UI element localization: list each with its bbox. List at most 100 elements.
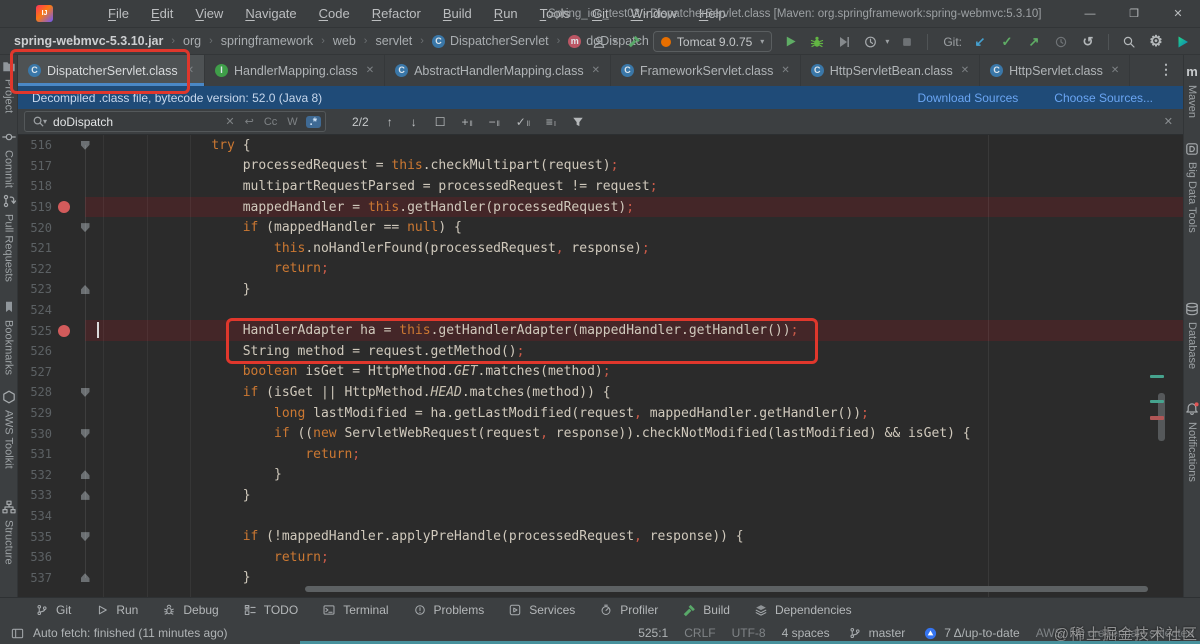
tool-stripe-big-data-tools[interactable]: Big Data Tools bbox=[1184, 140, 1200, 233]
code-line-534[interactable]: 534 bbox=[18, 506, 1183, 527]
run-button-icon[interactable] bbox=[781, 33, 799, 51]
indent-style[interactable]: 4 spaces bbox=[782, 626, 830, 640]
code-line-523[interactable]: 523} bbox=[18, 279, 1183, 300]
download-sources-link[interactable]: Download Sources bbox=[918, 91, 1019, 105]
tab-close-icon[interactable]: ✕ bbox=[186, 65, 194, 76]
settings-gear-icon[interactable]: ⚙ bbox=[1147, 33, 1165, 51]
add-selection-icon[interactable]: + ll bbox=[461, 115, 472, 129]
code-line-519[interactable]: 519 mappedHandler = this.getHandler(proce… bbox=[18, 196, 1183, 218]
breadcrumb-web[interactable]: web bbox=[331, 34, 358, 48]
code-line-522[interactable]: 522 return; bbox=[18, 259, 1183, 280]
code-line-525[interactable]: 525 HandlerAdapter ha = this.getHandlerAd… bbox=[18, 320, 1183, 341]
choose-sources-link[interactable]: Choose Sources... bbox=[1054, 91, 1153, 105]
maximize-button[interactable]: ❐ bbox=[1112, 0, 1156, 28]
select-all-occurrences-icon[interactable]: ☐ bbox=[435, 115, 446, 129]
code-line-529[interactable]: 529 long lastModified = ha.getLastModifie… bbox=[18, 403, 1183, 424]
menu-view[interactable]: View bbox=[186, 3, 232, 24]
tab-close-icon[interactable]: ✕ bbox=[366, 65, 374, 76]
code-line-535[interactable]: 535 if (!mappedHandler.applyPreHandle(pro… bbox=[18, 526, 1183, 547]
regex-toggle[interactable]: .* bbox=[305, 115, 321, 128]
menu-code[interactable]: Code bbox=[310, 3, 359, 24]
tab-httpservlet-class[interactable]: C HttpServlet.class ✕ bbox=[980, 55, 1131, 86]
tab-close-icon[interactable]: ✕ bbox=[592, 65, 600, 76]
run-configuration-select[interactable]: Tomcat 9.0.75 ▾ bbox=[652, 31, 773, 52]
git-history-icon[interactable] bbox=[1052, 33, 1070, 51]
vcs-updates-widget[interactable]: 7 Δ/up-to-date bbox=[921, 624, 1020, 642]
profiler-button-icon[interactable] bbox=[862, 33, 880, 51]
search-everywhere-icon[interactable] bbox=[1120, 33, 1138, 51]
code-line-530[interactable]: 530 if ((new ServletWebRequest(request, r… bbox=[18, 423, 1183, 444]
code-line-532[interactable]: 532} bbox=[18, 465, 1183, 486]
code-line-537[interactable]: 537} bbox=[18, 567, 1183, 588]
tool-stripe-project[interactable]: Project bbox=[0, 57, 17, 113]
debug-button-icon[interactable] bbox=[808, 33, 826, 51]
tool-stripe-bookmarks[interactable]: Bookmarks bbox=[0, 298, 17, 375]
match-case-toggle[interactable]: Cc bbox=[264, 116, 277, 128]
tab-close-icon[interactable]: ✕ bbox=[961, 65, 969, 76]
horizontal-scrollbar[interactable] bbox=[305, 586, 1148, 592]
tab-abstracthandlermapping-class[interactable]: C AbstractHandlerMapping.class ✕ bbox=[385, 55, 611, 86]
tool-stripe-notifications[interactable]: Notifications bbox=[1184, 400, 1200, 482]
tool-stripe-aws-toolkit[interactable]: AWS Toolkit bbox=[0, 388, 17, 469]
tool-stripe-commit[interactable]: Commit bbox=[0, 128, 17, 188]
status-message[interactable]: Auto fetch: finished (11 minutes ago) bbox=[33, 626, 228, 640]
code-line-533[interactable]: 533} bbox=[18, 485, 1183, 506]
tool-window-button-todo[interactable]: TODO bbox=[234, 599, 305, 621]
tool-stripe-maven[interactable]: m Maven bbox=[1184, 63, 1200, 118]
breadcrumb-servlet[interactable]: servlet bbox=[373, 34, 414, 48]
tab-handlermapping-class[interactable]: I HandlerMapping.class ✕ bbox=[205, 55, 386, 86]
tool-window-button-run[interactable]: Run bbox=[86, 599, 145, 621]
code-line-520[interactable]: 520 if (mappedHandler == null) { bbox=[18, 217, 1183, 238]
profile-chevron-icon[interactable]: ▾ bbox=[613, 37, 617, 46]
profiler-chevron-icon[interactable]: ▾ bbox=[885, 37, 889, 46]
menu-file[interactable]: File bbox=[99, 3, 138, 24]
tool-window-button-dependencies[interactable]: Dependencies bbox=[745, 599, 859, 621]
close-find-bar-icon[interactable]: ✕ bbox=[1164, 115, 1173, 128]
search-options-icon[interactable]: ≡ I bbox=[546, 115, 556, 129]
code-line-521[interactable]: 521 this.noHandlerFound(processedRequest,… bbox=[18, 238, 1183, 259]
close-button[interactable]: ✕ bbox=[1156, 0, 1200, 28]
check-selection-icon[interactable]: ✓ ll bbox=[516, 115, 530, 129]
tool-stripe-pull-requests[interactable]: Pull Requests bbox=[0, 192, 17, 282]
words-toggle[interactable]: W bbox=[287, 116, 297, 128]
newline-icon[interactable]: ↩ bbox=[245, 115, 254, 128]
search-history-chevron-icon[interactable]: ▾ bbox=[43, 117, 47, 126]
code-line-526[interactable]: 526 String method = request.getMethod(); bbox=[18, 341, 1183, 362]
git-branch-widget[interactable]: master bbox=[846, 624, 905, 642]
git-push-icon[interactable]: ↗ bbox=[1025, 33, 1043, 51]
breadcrumb-dispatcherservlet[interactable]: C DispatcherServlet bbox=[430, 34, 551, 48]
previous-occurrence-icon[interactable]: ↑ bbox=[387, 115, 393, 129]
breadcrumb-org[interactable]: org bbox=[181, 34, 203, 48]
tool-window-button-services[interactable]: Services bbox=[499, 599, 582, 621]
tool-window-button-problems[interactable]: Problems bbox=[404, 599, 492, 621]
tool-window-button-debug[interactable]: Debug bbox=[153, 599, 225, 621]
code-line-524[interactable]: 524 bbox=[18, 300, 1183, 321]
tab-httpservletbean-class[interactable]: C HttpServletBean.class ✕ bbox=[801, 55, 981, 86]
tool-window-quick-access-icon[interactable] bbox=[8, 624, 26, 642]
search-input[interactable]: ▾ doDispatch ✕ ↩ Cc W .* bbox=[24, 111, 326, 132]
code-line-536[interactable]: 536 return; bbox=[18, 547, 1183, 568]
user-profile-icon[interactable] bbox=[590, 33, 608, 51]
stripe-mark-red[interactable] bbox=[1150, 416, 1164, 420]
git-update-icon[interactable]: ↙ bbox=[971, 33, 989, 51]
clear-search-icon[interactable]: ✕ bbox=[225, 115, 234, 128]
code-line-517[interactable]: 517 processedRequest = this.checkMultipar… bbox=[18, 156, 1183, 177]
line-ending[interactable]: CRLF bbox=[684, 626, 715, 640]
git-commit-icon[interactable]: ✓ bbox=[998, 33, 1016, 51]
code-editor[interactable]: 516 try {517 processedRequest = this.check… bbox=[18, 135, 1183, 597]
next-occurrence-icon[interactable]: ↓ bbox=[411, 115, 417, 129]
ide-logo-icon[interactable] bbox=[1174, 33, 1192, 51]
stop-button-icon[interactable] bbox=[898, 33, 916, 51]
aws-status[interactable]: AWS: No credentials selected bbox=[1036, 626, 1194, 640]
search-query[interactable]: doDispatch bbox=[53, 115, 113, 129]
tool-window-button-terminal[interactable]: Terminal bbox=[313, 599, 395, 621]
code-line-518[interactable]: 518 multipartRequestParsed = processedReq… bbox=[18, 176, 1183, 197]
git-rollback-icon[interactable]: ↺ bbox=[1079, 33, 1097, 51]
code-line-527[interactable]: 527 boolean isGet = HttpMethod.GET.matche… bbox=[18, 362, 1183, 383]
filter-icon[interactable] bbox=[572, 116, 584, 128]
breakpoint-dot[interactable] bbox=[58, 324, 70, 337]
tool-window-button-profiler[interactable]: Profiler bbox=[590, 599, 665, 621]
menu-edit[interactable]: Edit bbox=[142, 3, 182, 24]
tool-window-button-build[interactable]: Build bbox=[673, 599, 737, 621]
menu-refactor[interactable]: Refactor bbox=[363, 3, 430, 24]
